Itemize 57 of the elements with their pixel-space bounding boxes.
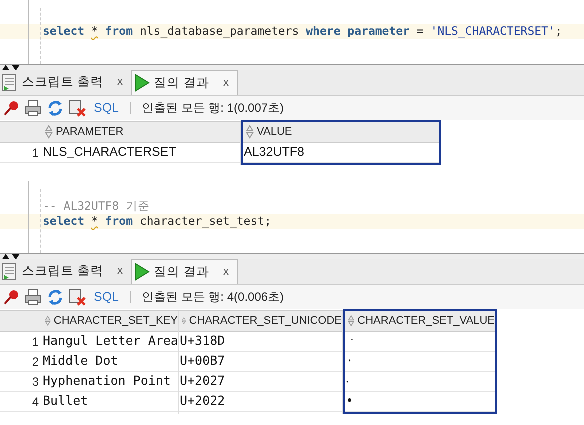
table-cell-text: · [346,352,354,370]
table-cell-text: Hyphenation Point [43,372,171,390]
table-cell-text: U+2027 [180,372,226,390]
table-cell-text: U+2022 [180,392,226,410]
sort-icon [45,314,51,328]
result-tab[interactable]: 스크립트 출력 x [0,70,131,95]
row-number: 2 [32,354,39,370]
sort-icon [246,125,254,139]
row-number: 1 [32,334,39,350]
result-tab[interactable]: 질의 결과 x [130,259,238,284]
table-cell-text: ‧ [346,372,349,390]
row-number: 3 [32,374,39,390]
table-cell-text: AL32UTF8 [244,144,304,162]
row-number: 1 [32,144,39,162]
sql-link[interactable]: SQL [94,98,120,118]
status-text: 인출된 모든 행: 4(0.006초) [142,289,284,306]
code-line: -- AL32UTF8 기준 [43,198,150,215]
play-icon [134,74,150,92]
play-icon [134,263,150,281]
table-cell-text: Bullet [43,392,88,410]
result-tab[interactable]: 질의 결과 x [130,70,238,95]
printer-icon [25,288,42,306]
sql-link[interactable]: SQL [94,288,120,306]
tab-label: 질의 결과 [154,264,210,281]
code-line: select * from character_set_test; [43,212,272,230]
column-header[interactable]: CHARACTER_SET_VALUE [345,311,495,332]
table-cell-text: • [346,392,354,410]
delete-icon [69,100,86,116]
column-header[interactable]: VALUE [243,122,439,143]
column-header[interactable]: CHARACTER_SET_KEY [42,311,178,332]
sort-icon [45,125,53,139]
column-header[interactable]: PARAMETER [42,122,240,143]
pin-icon [3,100,20,116]
table-cell-text: ㆍ [346,332,359,350]
column-header[interactable]: CHARACTER_SET_UNICODE [179,311,342,332]
tab-close-button[interactable]: x [223,74,229,92]
printer-icon [25,100,42,116]
table-cell-text: U+318D [180,332,226,350]
table-cell-text: Hangul Letter Area [43,332,178,350]
status-text: 인출된 모든 행: 1(0.007초) [142,100,284,117]
refresh-icon [47,100,64,116]
result-tab[interactable]: 스크립트 출력 x [0,259,131,284]
code-line: select * from nls_database_parameters where parameter = 'NLS_CHARACTERSET'; [43,22,562,40]
tab-close-button[interactable]: x [117,263,123,280]
delete-icon [69,288,86,306]
refresh-icon [47,288,64,306]
tab-label: 질의 결과 [154,74,210,92]
table-cell-text: U+00B7 [180,352,226,370]
row-number: 4 [32,394,39,410]
tab-label: 스크립트 출력 [22,263,104,280]
pin-icon [3,288,20,306]
tab-close-button[interactable]: x [223,264,229,280]
table-cell-text: Middle Dot [43,352,118,370]
table-cell-text: NLS_CHARACTERSET [43,144,176,162]
tab-close-button[interactable]: x [117,74,123,91]
tab-label: 스크립트 출력 [22,74,104,92]
sort-icon [348,314,355,328]
